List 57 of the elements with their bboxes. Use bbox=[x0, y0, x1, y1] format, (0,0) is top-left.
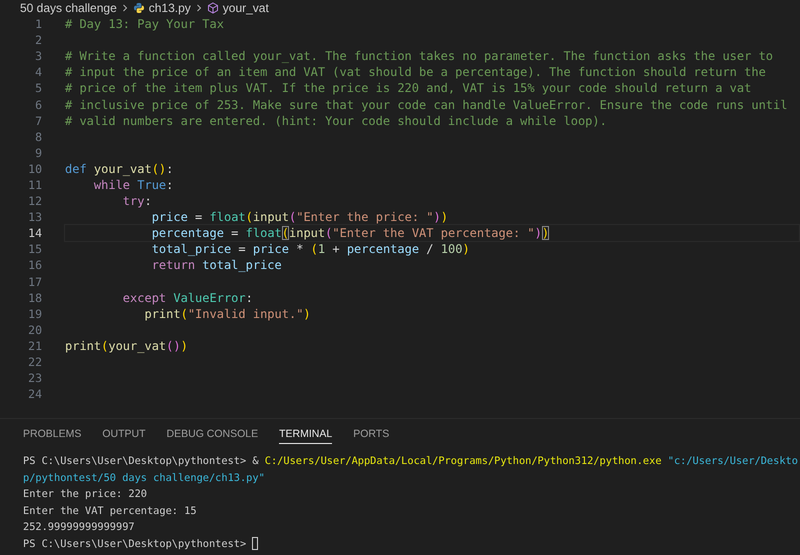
line-number: 23 bbox=[27, 371, 42, 386]
code-line: # price of the item plus VAT. If the price is 220 and, VAT is 15% your code should return a vat bbox=[64, 80, 752, 98]
line-number: 4 bbox=[34, 65, 42, 80]
line-number: 6 bbox=[34, 98, 42, 112]
line-number: 12 bbox=[27, 194, 42, 208]
code-line: try: bbox=[122, 193, 153, 210]
line-number: 7 bbox=[34, 114, 42, 128]
line-number: 11 bbox=[27, 178, 42, 192]
code-line: while True: bbox=[92, 176, 174, 194]
code-line: except ValueError: bbox=[122, 290, 254, 307]
line-number: 15 bbox=[27, 242, 42, 256]
breadcrumb-item[interactable]: 50 days challenge bbox=[20, 1, 117, 15]
chevron-icon bbox=[120, 4, 129, 12]
panel-tab[interactable]: OUTPUT bbox=[102, 424, 146, 444]
panel-tab[interactable]: PROBLEMS bbox=[23, 424, 82, 444]
code-line: print("Invalid input.") bbox=[143, 306, 312, 323]
line-number: 10 bbox=[27, 162, 42, 176]
python-icon bbox=[132, 2, 145, 14]
line-number: 21 bbox=[27, 338, 42, 353]
line-number: 14 bbox=[27, 226, 42, 240]
code-line: # inclusive price of 253. Make sure that your code can handle ValueError. Ensure the code runs until bbox=[64, 96, 788, 114]
terminal-line: Enter the VAT percentage: 15 bbox=[23, 504, 197, 518]
line-number: 9 bbox=[34, 146, 42, 160]
code-line: # Day 13: Pay Your Tax bbox=[64, 16, 225, 34]
code-line: total_price = price * (1 + percentage / 100) bbox=[150, 241, 471, 258]
terminal-line: p/pythontest/50 days challenge/ch13.py" bbox=[23, 470, 265, 486]
terminal-line: Enter the price: 220 bbox=[23, 487, 147, 502]
panel-tab[interactable]: PORTS bbox=[353, 424, 390, 444]
cube-icon bbox=[206, 2, 219, 14]
line-number: 2 bbox=[34, 33, 42, 48]
code-line: # input the price of an item and VAT (vat should be a percentage). The function should return the bbox=[64, 64, 767, 82]
terminal-line: PS C:\Users\User\Desktop\pythontest> & C:/Users/User/AppData/Local/Programs/Python/Python312/python.exe "c:/Users/User/Deskto bbox=[23, 454, 798, 469]
code-line: return total_price bbox=[150, 257, 283, 274]
terminal-line: 252.99999999999997 bbox=[23, 520, 135, 535]
line-number: 3 bbox=[34, 49, 42, 64]
line-number: 20 bbox=[27, 322, 42, 337]
code-line: # Write a function called your_vat. The function takes no parameter. The function asks the user to bbox=[64, 48, 774, 66]
breadcrumb-item[interactable]: ch13.py bbox=[148, 1, 191, 15]
code-line: # valid numbers are entered. (hint: Your code should include a while loop). bbox=[64, 112, 608, 130]
code-line: price = float(input("Enter the price: ")) bbox=[150, 209, 449, 226]
chevron-icon bbox=[194, 4, 203, 12]
line-number: 8 bbox=[34, 130, 42, 144]
terminal-line: PS C:\Users\User\Desktop\pythontest> bbox=[23, 536, 248, 552]
line-number: 13 bbox=[27, 210, 42, 224]
panel-tab[interactable]: DEBUG CONSOLE bbox=[166, 424, 258, 444]
line-number: 18 bbox=[27, 290, 42, 305]
code-line: print(your_vat()) bbox=[64, 338, 189, 355]
line-number: 19 bbox=[27, 306, 42, 321]
line-number: 16 bbox=[27, 258, 42, 272]
panel-tab[interactable]: TERMINAL bbox=[279, 424, 332, 444]
breadcrumb-item[interactable]: your_vat bbox=[222, 1, 269, 15]
line-number: 1 bbox=[34, 17, 42, 32]
line-number: 5 bbox=[34, 81, 42, 96]
line-number: 22 bbox=[27, 355, 42, 370]
code-line: def your_vat(): bbox=[64, 160, 174, 178]
line-number: 17 bbox=[27, 274, 42, 289]
line-number: 24 bbox=[27, 387, 42, 402]
